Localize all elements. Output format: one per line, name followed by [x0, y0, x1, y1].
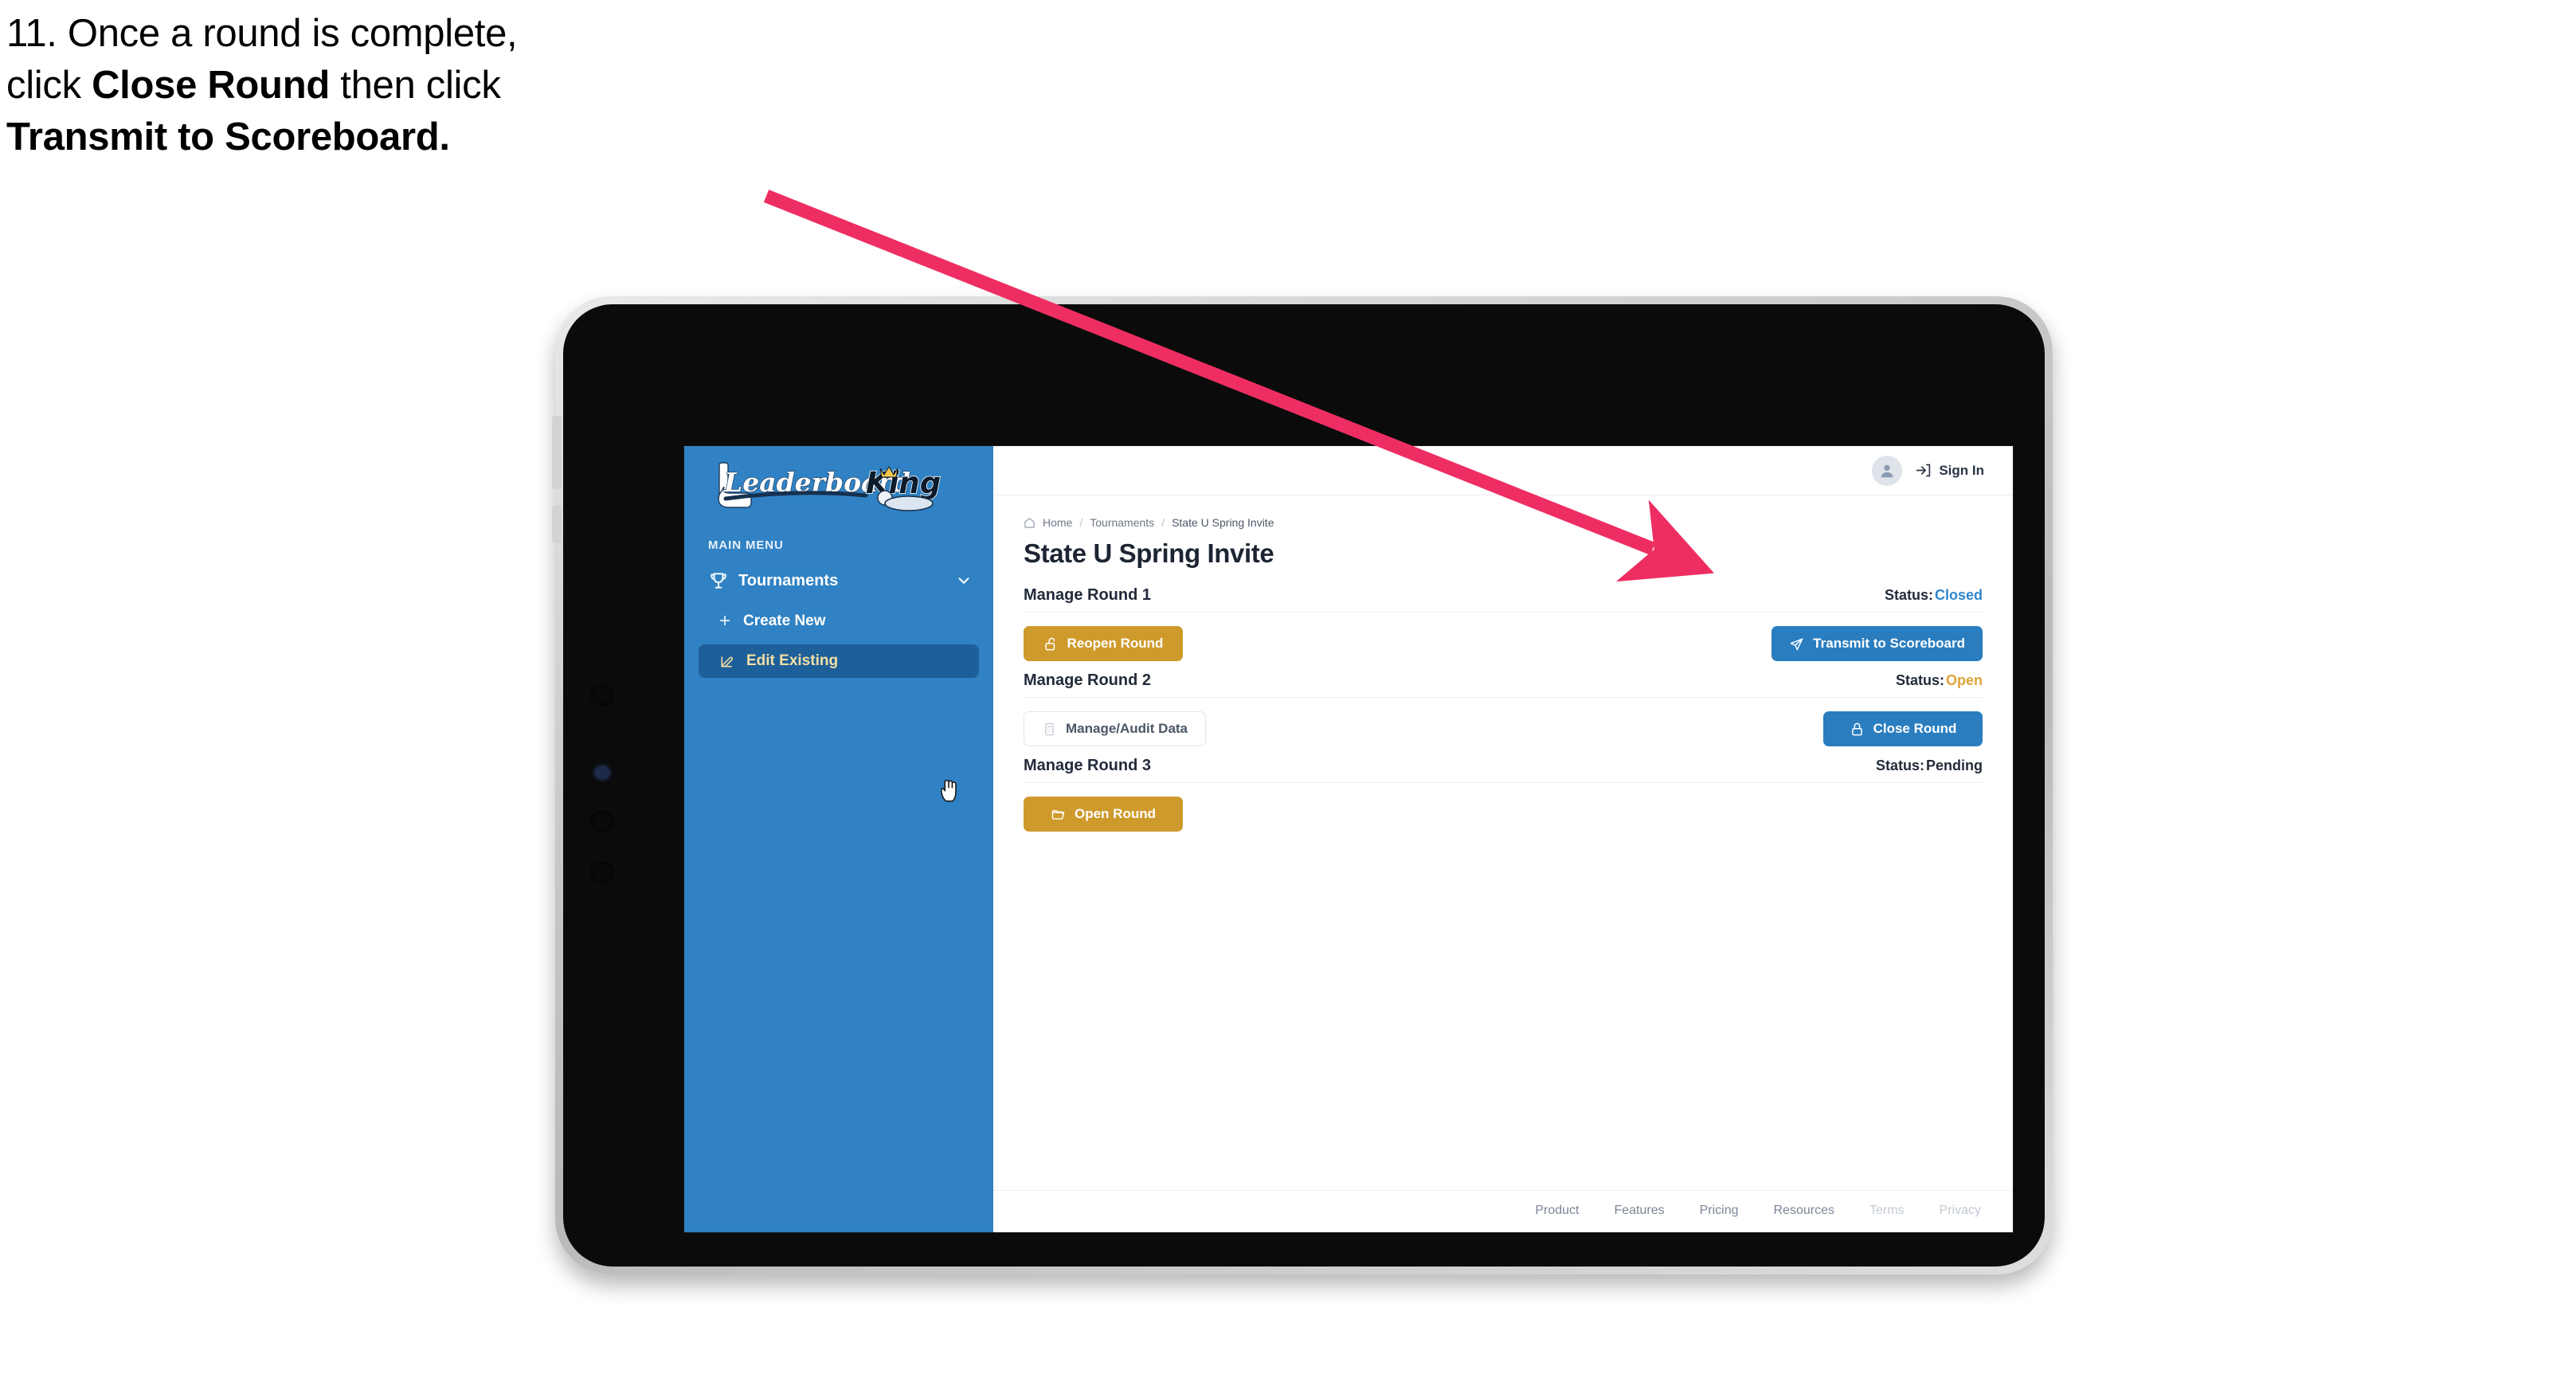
tablet-side-button-lower	[552, 505, 562, 543]
breadcrumb-item-home[interactable]: Home	[1043, 516, 1072, 529]
round-actions-3: Open Round	[1024, 783, 1983, 832]
sidebar-item-edit-existing-label: Edit Existing	[746, 652, 839, 669]
pencil-square-icon	[721, 656, 734, 668]
footer: Product Features Pricing Resources Terms…	[993, 1190, 2013, 1232]
caption-line-1: 11. Once a round is complete,	[6, 12, 518, 55]
round-block-2: Manage Round 2 Status: Open Manage/Audit…	[1024, 671, 1983, 747]
bezel-dot-3	[590, 811, 614, 832]
user-avatar-icon	[1881, 464, 1893, 477]
paper-plane-icon	[1790, 637, 1803, 650]
breadcrumb-item-current: State U Spring Invite	[1172, 516, 1274, 529]
footer-link-product[interactable]: Product	[1535, 1204, 1579, 1218]
unlock-icon	[1044, 637, 1055, 650]
caption-line-2-suffix: then click	[329, 64, 501, 107]
chevron-down-icon	[958, 578, 969, 584]
tablet-device-frame: Leaderboard King MAIN MENU Tournaments +…	[552, 296, 2053, 1274]
screenshot-canvas: 11. Once a round is complete, click Clos…	[0, 0, 2576, 1386]
manage-audit-data-label: Manage/Audit Data	[1066, 721, 1188, 736]
sidebar-item-create-new-label: Create New	[743, 613, 826, 629]
footer-link-terms[interactable]: Terms	[1869, 1204, 1905, 1218]
home-icon[interactable]	[1024, 517, 1035, 529]
tablet-side-button-upper	[552, 416, 562, 489]
transmit-to-scoreboard-label: Transmit to Scoreboard	[1813, 636, 1965, 651]
sidebar-item-create-new[interactable]: + Create New	[699, 605, 979, 638]
plus-icon: +	[719, 610, 731, 632]
transmit-to-scoreboard-button[interactable]: Transmit to Scoreboard	[1771, 626, 1983, 661]
status-label-1: Status:	[1884, 587, 1933, 603]
status-value-3: Pending	[1926, 758, 1983, 773]
pointing-hand-cursor	[940, 779, 957, 802]
round-name-2: Manage Round 2	[1024, 671, 1152, 689]
bezel-dot-2	[599, 731, 605, 738]
footer-link-privacy[interactable]: Privacy	[1940, 1204, 1981, 1218]
close-round-label: Close Round	[1873, 721, 1957, 736]
round-block-1: Manage Round 1 Status: Closed Reopen Rou…	[1024, 586, 1983, 662]
footer-link-resources[interactable]: Resources	[1774, 1204, 1834, 1218]
sign-in-arrow-icon	[1916, 464, 1931, 477]
round-name-1: Manage Round 1	[1024, 586, 1152, 604]
reopen-round-label: Reopen Round	[1067, 636, 1164, 651]
sidebar-item-edit-existing[interactable]: Edit Existing	[699, 644, 979, 678]
avatar[interactable]	[1872, 455, 1903, 486]
sidebar-section-label: MAIN MENU	[708, 538, 784, 552]
round-actions-1: Reopen Round Transmit to Scoreboard	[1024, 613, 1983, 662]
status-label-3: Status:	[1875, 758, 1924, 773]
sidebar-item-tournaments-label: Tournaments	[738, 571, 839, 589]
breadcrumb-separator: /	[1079, 516, 1083, 529]
top-bar: Sign In	[993, 446, 2013, 495]
open-round-button[interactable]: Open Round	[1024, 797, 1183, 832]
caption-emphasis-close-round: Close Round	[92, 64, 330, 107]
footer-link-features[interactable]: Features	[1614, 1204, 1664, 1218]
sign-in-label: Sign In	[1939, 462, 1984, 478]
round-actions-2: Manage/Audit Data Close Round	[1024, 698, 1983, 747]
reopen-round-button[interactable]: Reopen Round	[1024, 626, 1183, 661]
breadcrumb: Home / Tournaments / State U Spring Invi…	[1024, 516, 1983, 529]
round-name-3: Manage Round 3	[1024, 757, 1152, 774]
svg-text:King: King	[866, 466, 941, 500]
round-header-1: Manage Round 1 Status: Closed	[1024, 586, 1983, 613]
status-badge-1: Status: Closed	[1885, 587, 1983, 604]
open-round-label: Open Round	[1075, 806, 1156, 821]
manage-audit-data-button[interactable]: Manage/Audit Data	[1024, 711, 1207, 746]
caption-line-2-prefix: click	[6, 64, 92, 107]
tablet-bezel: Leaderboard King MAIN MENU Tournaments +…	[563, 304, 2045, 1267]
bezel-dot-1	[590, 685, 614, 706]
leaderboard-king-logo-icon: Leaderboard King	[718, 462, 942, 511]
sidebar: Leaderboard King MAIN MENU Tournaments +…	[684, 446, 993, 1232]
round-block-3: Manage Round 3 Status: Pending Open Roun…	[1024, 757, 1983, 832]
sign-in-button[interactable]: Sign In	[1915, 462, 1984, 479]
app-logo[interactable]: Leaderboard King	[684, 446, 993, 523]
bezel-dot-4	[590, 862, 614, 883]
round-header-2: Manage Round 2 Status: Open	[1024, 671, 1983, 698]
status-label-2: Status:	[1895, 672, 1944, 688]
caption-line-2: click Close Round then click	[6, 66, 851, 105]
content-area: Home / Tournaments / State U Spring Invi…	[993, 495, 2013, 1190]
bezel-led-indicator	[595, 766, 609, 779]
lock-icon	[1851, 722, 1862, 735]
status-value-2: Open	[1945, 672, 1983, 688]
status-value-1: Closed	[1934, 587, 1983, 603]
footer-link-pricing[interactable]: Pricing	[1700, 1204, 1739, 1218]
main-panel: Sign In Home / Tournaments / State U Spr…	[993, 446, 2013, 1232]
tablet-screen: Leaderboard King MAIN MENU Tournaments +…	[684, 446, 2013, 1232]
calculator-icon	[1045, 722, 1054, 735]
status-badge-2: Status: Open	[1896, 672, 1983, 689]
close-round-button[interactable]: Close Round	[1823, 711, 1983, 746]
trophy-icon	[711, 573, 726, 589]
breadcrumb-item-tournaments[interactable]: Tournaments	[1090, 516, 1154, 529]
page-title: State U Spring Invite	[1024, 538, 1274, 568]
round-header-3: Manage Round 3 Status: Pending	[1024, 757, 1983, 783]
folder-open-icon	[1051, 809, 1065, 820]
caption-line-3: Transmit to Scoreboard.	[6, 118, 851, 157]
caption-emphasis-transmit: Transmit to Scoreboard.	[6, 116, 450, 159]
status-badge-3: Status: Pending	[1876, 758, 1983, 774]
instruction-caption: 11. Once a round is complete, click Clos…	[6, 14, 851, 170]
sidebar-item-tournaments[interactable]: Tournaments	[684, 563, 993, 598]
breadcrumb-separator: /	[1161, 516, 1165, 529]
